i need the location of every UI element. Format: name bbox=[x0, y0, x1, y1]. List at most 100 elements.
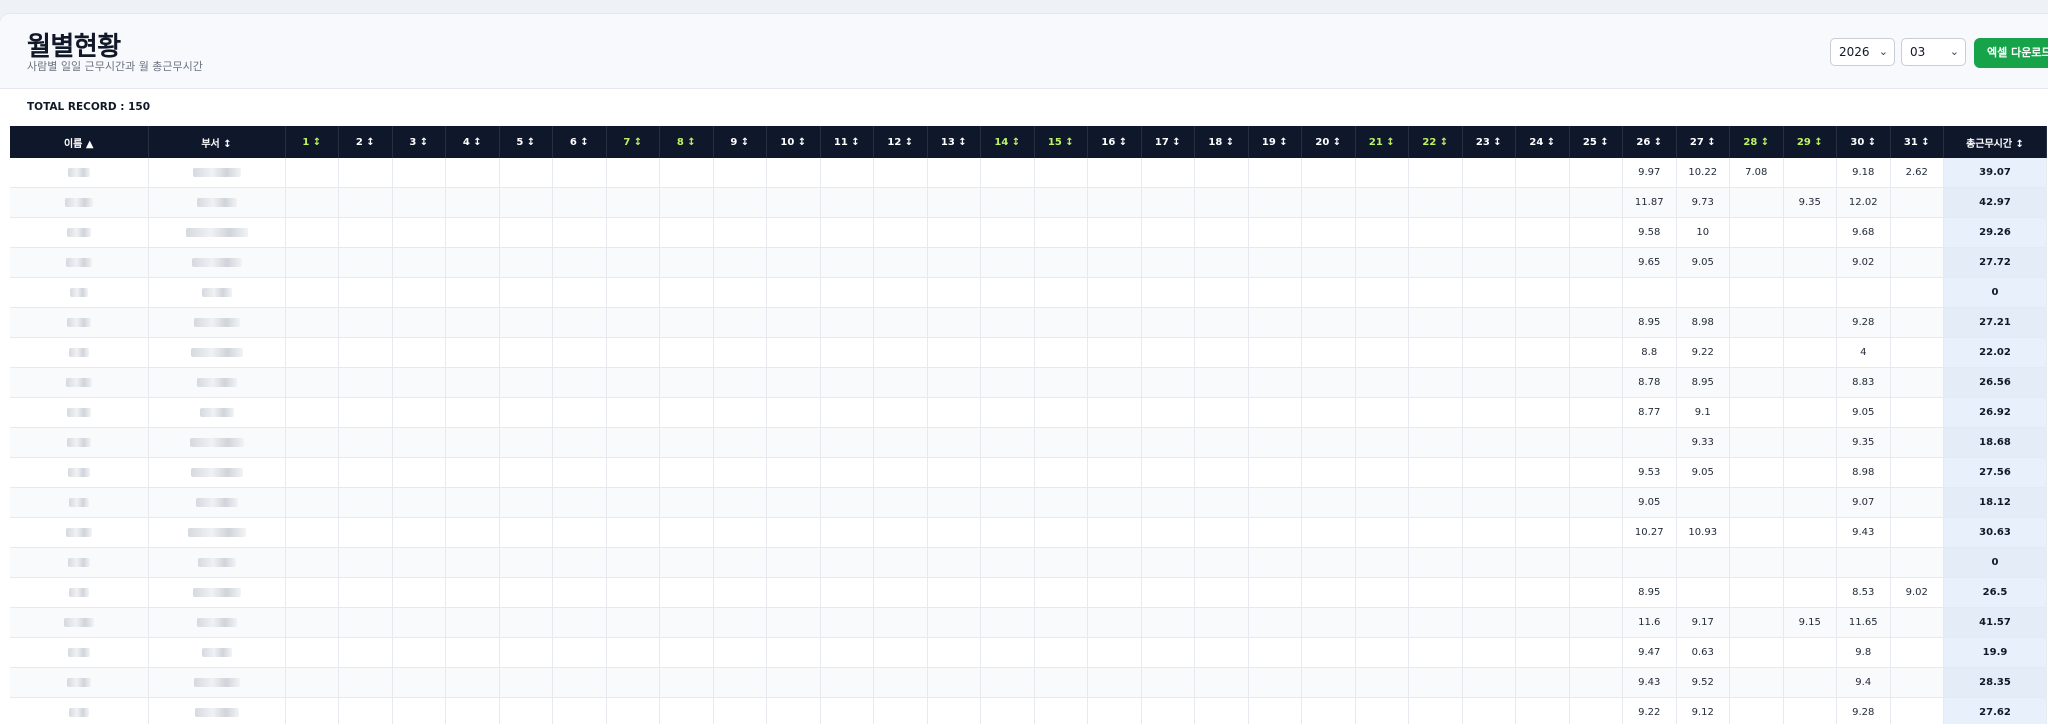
table-row[interactable]: 8.77 9.1 9.05 26.92 bbox=[10, 397, 2047, 428]
day-hours-cell bbox=[285, 517, 339, 548]
day-hours-cell bbox=[1622, 277, 1677, 308]
column-header-day-25[interactable]: 25 ↕ bbox=[1569, 126, 1623, 158]
table-row[interactable]: 11.87 9.73 9.35 12.02 42.97 bbox=[10, 187, 2047, 218]
table-row[interactable]: 9.47 0.63 9.8 19.9 bbox=[10, 637, 2047, 668]
table-row[interactable]: 8.78 8.95 8.83 26.56 bbox=[10, 367, 2047, 398]
column-header-day-6[interactable]: 6 ↕ bbox=[552, 126, 607, 158]
column-header-day-13[interactable]: 13 ↕ bbox=[927, 126, 981, 158]
redacted-name bbox=[66, 407, 91, 417]
column-header-day-1[interactable]: 1 ↕ bbox=[285, 126, 339, 158]
column-header-name[interactable]: 이름 ▲ bbox=[10, 126, 149, 158]
column-header-day-5[interactable]: 5 ↕ bbox=[499, 126, 553, 158]
table-row[interactable]: 11.6 9.17 9.15 11.65 41.57 bbox=[10, 607, 2047, 638]
column-header-day-7[interactable]: 7 ↕ bbox=[606, 126, 660, 158]
day-hours-cell bbox=[445, 487, 500, 518]
day-hours-cell bbox=[1355, 397, 1409, 428]
table-row[interactable]: 0 bbox=[10, 547, 2047, 578]
column-header-day-8[interactable]: 8 ↕ bbox=[659, 126, 714, 158]
column-header-day-23[interactable]: 23 ↕ bbox=[1462, 126, 1516, 158]
column-header-day-4[interactable]: 4 ↕ bbox=[445, 126, 500, 158]
column-header-day-15[interactable]: 15 ↕ bbox=[1034, 126, 1088, 158]
day-hours-cell bbox=[392, 367, 446, 398]
day-hours-cell bbox=[499, 487, 553, 518]
day-hours-cell bbox=[338, 697, 393, 724]
day-hours-cell bbox=[445, 247, 500, 278]
redacted-name bbox=[67, 557, 90, 567]
table-row[interactable]: 0 bbox=[10, 277, 2047, 308]
column-header-day-30[interactable]: 30 ↕ bbox=[1836, 126, 1891, 158]
day-hours-cell bbox=[1569, 517, 1623, 548]
day-hours-cell bbox=[1248, 397, 1302, 428]
day-hours-cell bbox=[1462, 487, 1516, 518]
day-hours-cell bbox=[285, 487, 339, 518]
table-row[interactable]: 9.53 9.05 8.98 27.56 bbox=[10, 457, 2047, 488]
redacted-name bbox=[68, 707, 89, 717]
day-hours-cell bbox=[1301, 217, 1356, 248]
column-header-day-11[interactable]: 11 ↕ bbox=[820, 126, 874, 158]
day-hours-cell bbox=[1783, 397, 1837, 428]
column-header-day-3[interactable]: 3 ↕ bbox=[392, 126, 446, 158]
table-row[interactable]: 8.95 8.53 9.02 26.5 bbox=[10, 577, 2047, 608]
day-hours-cell bbox=[713, 337, 767, 368]
column-header-day-22[interactable]: 22 ↕ bbox=[1408, 126, 1463, 158]
day-hours-cell bbox=[1408, 337, 1463, 368]
column-header-department[interactable]: 부서 ↕ bbox=[148, 126, 286, 158]
column-header-day-2[interactable]: 2 ↕ bbox=[338, 126, 393, 158]
column-header-day-29[interactable]: 29 ↕ bbox=[1783, 126, 1837, 158]
column-header-day-12[interactable]: 12 ↕ bbox=[873, 126, 928, 158]
table-row[interactable]: 10.27 10.93 9.43 30.63 bbox=[10, 517, 2047, 548]
column-header-total-hours[interactable]: 총근무시간 ↕ bbox=[1943, 126, 2047, 158]
day-hours-cell bbox=[1783, 577, 1837, 608]
day-hours-cell bbox=[552, 667, 607, 698]
redacted-department bbox=[189, 437, 244, 447]
day-hours-cell bbox=[980, 187, 1035, 218]
excel-download-button[interactable]: 엑셀 다운로드 bbox=[1974, 38, 2048, 68]
day-hours-cell bbox=[1087, 397, 1142, 428]
day-hours-cell bbox=[659, 577, 714, 608]
day-hours-cell bbox=[338, 667, 393, 698]
day-hours-cell bbox=[1141, 487, 1195, 518]
day-hours-cell bbox=[1729, 337, 1784, 368]
day-hours-cell bbox=[713, 158, 767, 188]
year-select[interactable]: 2026 ⌄ bbox=[1830, 38, 1895, 66]
month-select[interactable]: 03 ⌄ bbox=[1901, 38, 1966, 66]
table-row[interactable]: 8.95 8.98 9.28 27.21 bbox=[10, 307, 2047, 338]
table-row[interactable]: 9.43 9.52 9.4 28.35 bbox=[10, 667, 2047, 698]
day-hours-cell bbox=[1301, 547, 1356, 578]
day-hours-cell bbox=[445, 187, 500, 218]
column-header-day-24[interactable]: 24 ↕ bbox=[1515, 126, 1570, 158]
day-hours-cell bbox=[1087, 337, 1142, 368]
table-row[interactable]: 9.97 10.22 7.08 9.18 2.62 39.07 bbox=[10, 158, 2047, 188]
table-row[interactable]: 9.58 10 9.68 29.26 bbox=[10, 217, 2047, 248]
day-hours-cell bbox=[980, 607, 1035, 638]
column-header-day-18[interactable]: 18 ↕ bbox=[1194, 126, 1249, 158]
day-hours-cell bbox=[1355, 517, 1409, 548]
redacted-department bbox=[185, 227, 248, 237]
column-header-day-9[interactable]: 9 ↕ bbox=[713, 126, 767, 158]
column-header-day-17[interactable]: 17 ↕ bbox=[1141, 126, 1195, 158]
day-hours-cell bbox=[1783, 457, 1837, 488]
table-row[interactable]: 8.8 9.22 4 22.02 bbox=[10, 337, 2047, 368]
day-hours-cell bbox=[713, 307, 767, 338]
column-header-day-16[interactable]: 16 ↕ bbox=[1087, 126, 1142, 158]
column-header-day-27[interactable]: 27 ↕ bbox=[1676, 126, 1730, 158]
table-row[interactable]: 9.65 9.05 9.02 27.72 bbox=[10, 247, 2047, 278]
day-hours-cell bbox=[499, 607, 553, 638]
day-hours-cell bbox=[1729, 367, 1784, 398]
table-row[interactable]: 9.33 9.35 18.68 bbox=[10, 427, 2047, 458]
column-header-day-14[interactable]: 14 ↕ bbox=[980, 126, 1035, 158]
redacted-department bbox=[201, 647, 232, 657]
column-header-day-28[interactable]: 28 ↕ bbox=[1729, 126, 1784, 158]
day-hours-cell bbox=[338, 607, 393, 638]
table-row[interactable]: 9.22 9.12 9.28 27.62 bbox=[10, 697, 2047, 724]
table-row[interactable]: 9.05 9.07 18.12 bbox=[10, 487, 2047, 518]
column-header-day-19[interactable]: 19 ↕ bbox=[1248, 126, 1302, 158]
day-hours-cell bbox=[1355, 337, 1409, 368]
total-hours-cell: 28.35 bbox=[1943, 667, 2047, 698]
column-header-day-31[interactable]: 31 ↕ bbox=[1890, 126, 1944, 158]
column-header-day-20[interactable]: 20 ↕ bbox=[1301, 126, 1356, 158]
day-hours-cell bbox=[1301, 158, 1356, 188]
column-header-day-26[interactable]: 26 ↕ bbox=[1622, 126, 1677, 158]
column-header-day-21[interactable]: 21 ↕ bbox=[1355, 126, 1409, 158]
column-header-day-10[interactable]: 10 ↕ bbox=[766, 126, 821, 158]
